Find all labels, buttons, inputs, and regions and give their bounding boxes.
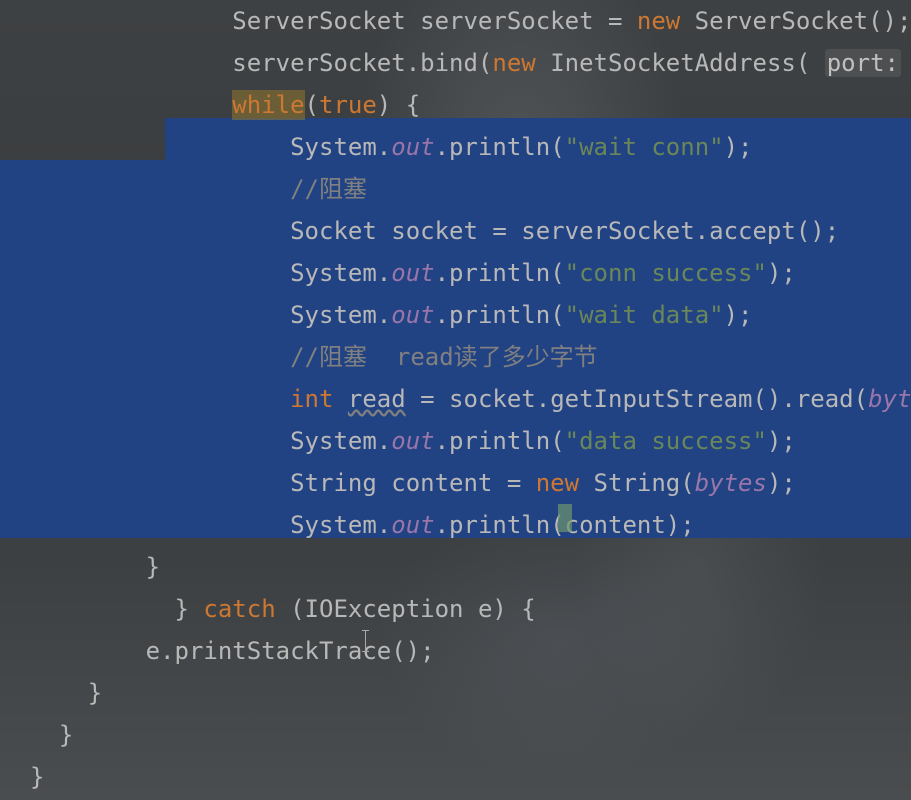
mouse-cursor-ibeam xyxy=(365,630,366,652)
field-bytes: bytes xyxy=(695,469,767,497)
field-out: out xyxy=(391,133,434,161)
gutter xyxy=(0,546,30,588)
keyword-new: new xyxy=(492,49,535,77)
code-text: .println( xyxy=(435,133,565,161)
code-text: ); xyxy=(724,133,753,161)
code-line[interactable]: } xyxy=(0,756,911,798)
gutter xyxy=(0,0,30,42)
code-text: } xyxy=(30,679,102,707)
code-text: (IOException e) { xyxy=(276,595,536,623)
param-hint-port: port: xyxy=(825,49,901,77)
gutter xyxy=(0,756,30,798)
gutter xyxy=(0,588,30,630)
code-text: ); xyxy=(767,469,796,497)
gutter xyxy=(0,42,30,84)
code-editor[interactable]: ServerSocket serverSocket = new ServerSo… xyxy=(0,0,911,800)
field-out: out xyxy=(391,511,434,539)
gutter xyxy=(0,672,30,714)
text-caret xyxy=(558,504,572,532)
code-line[interactable]: } xyxy=(0,672,911,714)
code-text: ); xyxy=(767,259,796,287)
code-text: } xyxy=(30,721,73,749)
string-literal: "wait conn" xyxy=(565,133,724,161)
gutter xyxy=(0,630,30,672)
code-text: } xyxy=(117,595,204,623)
code-text: InetSocketAddress( xyxy=(536,49,825,77)
code-text: ); xyxy=(724,301,753,329)
gutter xyxy=(0,714,30,756)
code-line[interactable]: } xyxy=(0,714,911,756)
keyword-catch: catch xyxy=(203,595,275,623)
code-text: System. xyxy=(117,511,392,539)
gutter xyxy=(0,84,30,126)
code-line[interactable]: } catch (IOException e) { xyxy=(0,588,911,630)
field-bytes: bytes xyxy=(868,385,911,413)
code-text: } xyxy=(30,763,44,791)
code-text: e.printStackTrace(); xyxy=(30,637,435,665)
